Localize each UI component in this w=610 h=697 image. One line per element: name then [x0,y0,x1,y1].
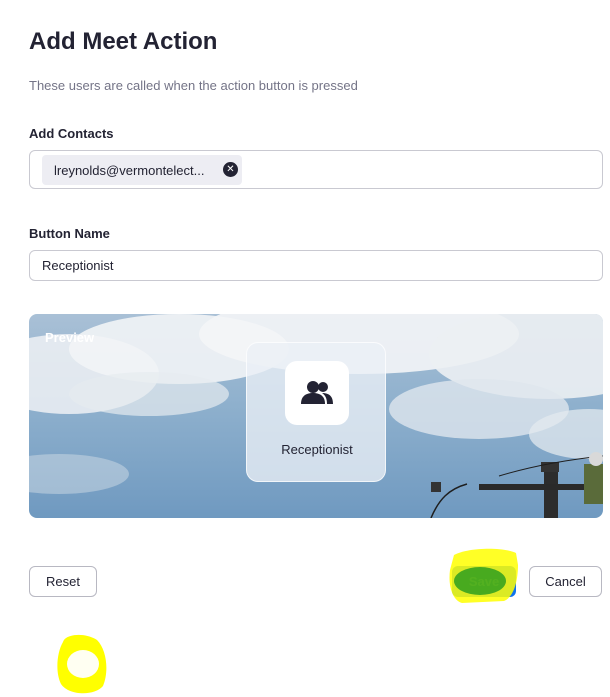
preview-label: Preview [45,330,95,345]
button-name-label: Button Name [29,226,110,241]
save-button[interactable]: Save [452,566,516,597]
contact-chip-label: lreynolds@vermontelect... [54,162,205,178]
action-button-preview: Receptionist [246,342,386,482]
reset-button[interactable]: Reset [29,566,97,597]
button-name-input[interactable] [29,250,603,281]
users-icon-tile [285,361,349,425]
preview-panel: Preview Receptionist [29,314,603,518]
close-icon[interactable]: ✕ [223,162,238,177]
cancel-button[interactable]: Cancel [529,566,602,597]
add-meet-action-dialog: Add Meet Action These users are called w… [0,0,610,697]
contacts-input[interactable]: lreynolds@vermontelect... ✕ [29,150,603,189]
preview-button-label: Receptionist [281,442,353,457]
page-subtitle: These users are called when the action b… [29,78,358,93]
users-icon [301,381,333,404]
highlight-marker-circle [57,634,107,694]
contact-chip: lreynolds@vermontelect... ✕ [42,155,242,185]
add-contacts-label: Add Contacts [29,126,114,141]
page-title: Add Meet Action [29,28,218,55]
